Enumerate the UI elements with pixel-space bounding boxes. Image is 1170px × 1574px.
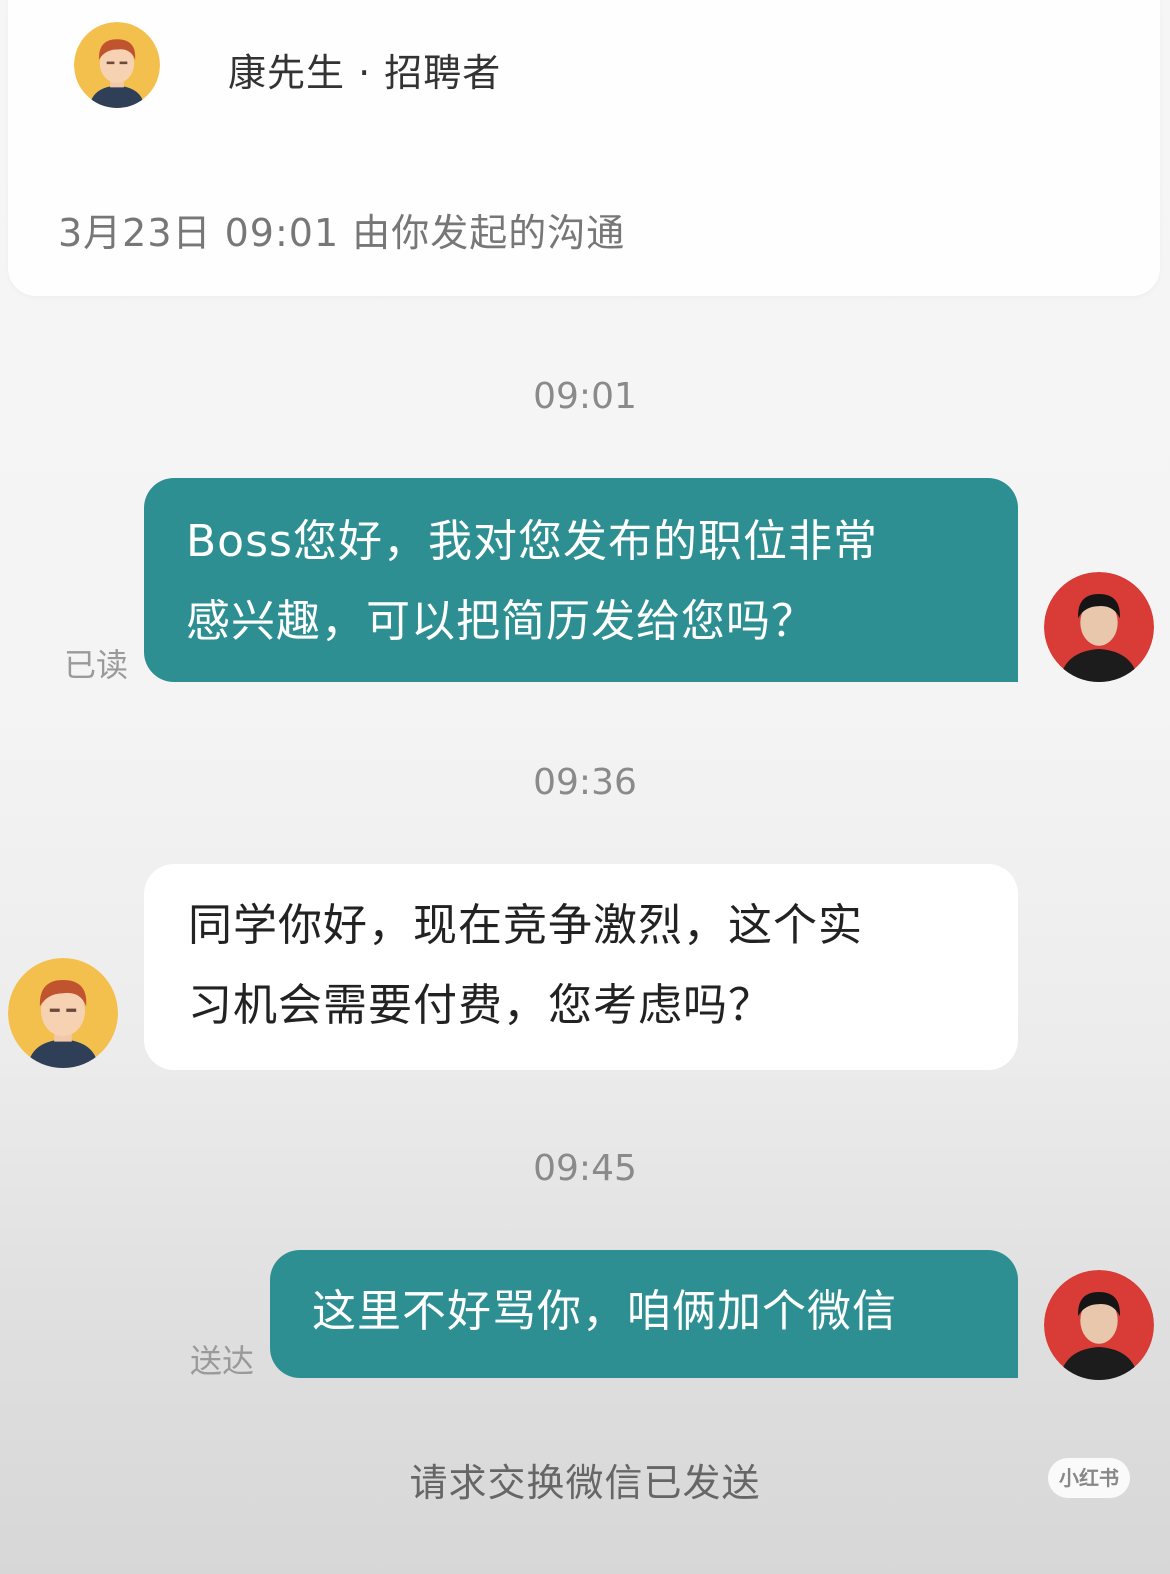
message-bubble-sent[interactable]: 这里不好骂你，咱俩加个微信 — [270, 1250, 1018, 1378]
message-line: 习机会需要付费，您考虑吗？ — [188, 980, 773, 1031]
my-avatar[interactable] — [1044, 1270, 1154, 1380]
recruiter-avatar[interactable] — [8, 958, 118, 1068]
chat-header: 康先生 · 招聘者 3月23日 09:01 由你发起的沟通 — [8, 0, 1160, 296]
my-avatar[interactable] — [1044, 572, 1154, 682]
conversation-info: 3月23日 09:01 由你发起的沟通 — [58, 211, 626, 255]
message-timestamp: 09:36 — [533, 762, 637, 803]
message-bubble-received[interactable]: 同学你好，现在竞争激烈，这个实 习机会需要付费，您考虑吗？ — [144, 864, 1018, 1070]
read-status: 已读 — [64, 646, 129, 684]
message-line: 感兴趣，可以把简历发给您吗？ — [186, 596, 816, 647]
message-timestamp: 09:01 — [533, 376, 637, 417]
message-bubble-sent[interactable]: Boss您好，我对您发布的职位非常 感兴趣，可以把简历发给您吗？ — [144, 478, 1018, 682]
message-line: 这里不好骂你，咱俩加个微信 — [312, 1286, 897, 1337]
watermark-logo: 小红书 — [1048, 1458, 1130, 1498]
message-line: Boss您好，我对您发布的职位非常 — [186, 516, 878, 567]
system-message: 请求交换微信已发送 — [409, 1461, 761, 1505]
contact-name: 康先生 · 招聘者 — [228, 51, 502, 95]
recruiter-avatar[interactable] — [74, 22, 160, 108]
message-timestamp: 09:45 — [533, 1148, 637, 1189]
message-line: 同学你好，现在竞争激烈，这个实 — [188, 900, 863, 951]
delivered-status: 送达 — [190, 1342, 255, 1380]
